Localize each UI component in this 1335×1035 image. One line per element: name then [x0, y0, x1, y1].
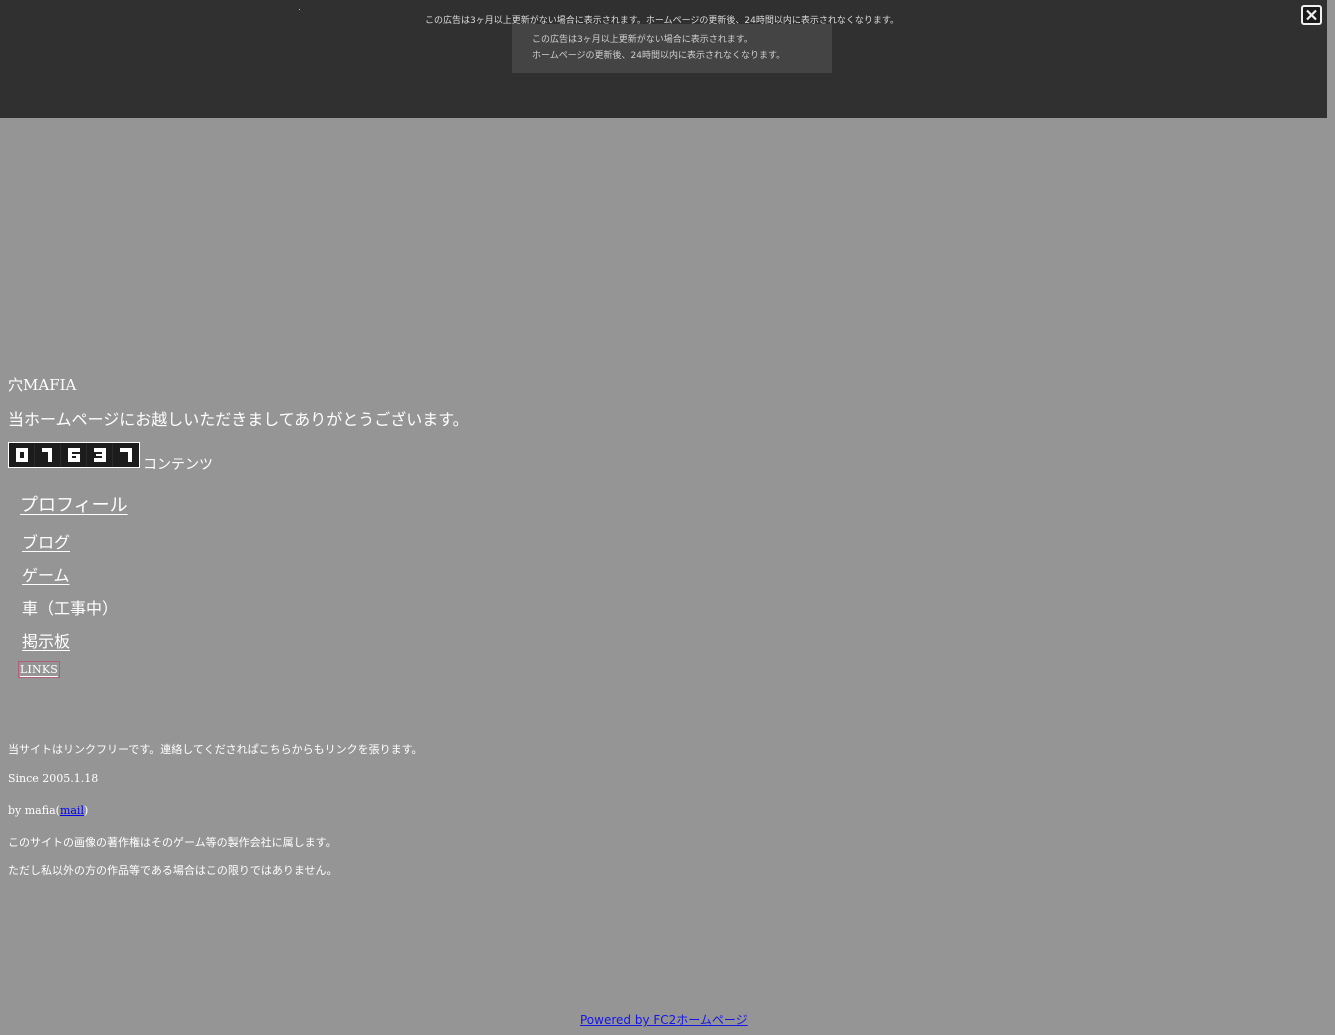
welcome-message: 当ホームページにお越しいただきましてありがとうございます。	[8, 410, 469, 429]
ad-banner: この広告は3ヶ月以上更新がない場合に表示されます。ホームページの更新後、24時間…	[0, 0, 1327, 118]
copyright-notice: このサイトの画像の著作権はそのゲーム等の製作会社に属します。	[8, 836, 337, 849]
mail-link[interactable]: mail	[60, 804, 84, 817]
counter-digit	[87, 443, 113, 467]
nav-link-bbs[interactable]: 掲示板	[22, 628, 70, 652]
nav-link-links[interactable]: LINKS	[17, 661, 61, 678]
counter-digit-1	[41, 448, 52, 462]
counter-digit-6	[67, 448, 80, 462]
counter-digit	[9, 443, 35, 467]
access-counter	[8, 442, 140, 468]
nav-link-blog[interactable]: ブログ	[22, 529, 70, 553]
author-byline: by mafia(mail)	[8, 804, 88, 817]
byline-prefix: by mafia(	[8, 804, 60, 817]
link-free-notice: 当サイトはリンクフリーです。連絡してくだされぱこちらからもリンクを張ります。	[8, 743, 423, 756]
counter-digit	[61, 443, 87, 467]
nav-link-game[interactable]: ゲーム	[22, 562, 70, 586]
ad-notice-line1: この広告は3ヶ月以上更新がない場合に表示されます。	[532, 35, 753, 45]
site-title: 穴MAFIA	[8, 376, 77, 394]
contents-label: コンテンツ	[143, 457, 213, 473]
ad-close-button[interactable]	[1301, 5, 1322, 25]
counter-digit	[113, 443, 139, 467]
copyright-exception: ただし私以外の方の作品等である場合はこの限りではありません。	[8, 864, 338, 877]
counter-digit	[35, 443, 61, 467]
close-icon	[1306, 9, 1317, 21]
ad-notice-box: この広告は3ヶ月以上更新がない場合に表示されます。 ホームページの更新後、24時…	[512, 24, 832, 73]
byline-suffix: )	[83, 804, 89, 817]
powered-by-link[interactable]: Powered by FC2ホームページ	[580, 1011, 748, 1028]
counter-digit-3	[93, 448, 106, 462]
counter-digit-0	[15, 448, 28, 462]
counter-digit-7	[120, 448, 132, 462]
nav-link-profile[interactable]: プロフィール	[20, 491, 128, 517]
counter-digits	[8, 442, 140, 468]
since-date: Since 2005.1.18	[8, 772, 99, 785]
ad-notice-line2: ホームページの更新後、24時間以内に表示されなくなります。	[532, 51, 786, 61]
nav-item-car: 車（工事中）	[22, 599, 119, 618]
scrollbar-strip	[1327, 0, 1335, 118]
ad-dot	[299, 9, 300, 10]
